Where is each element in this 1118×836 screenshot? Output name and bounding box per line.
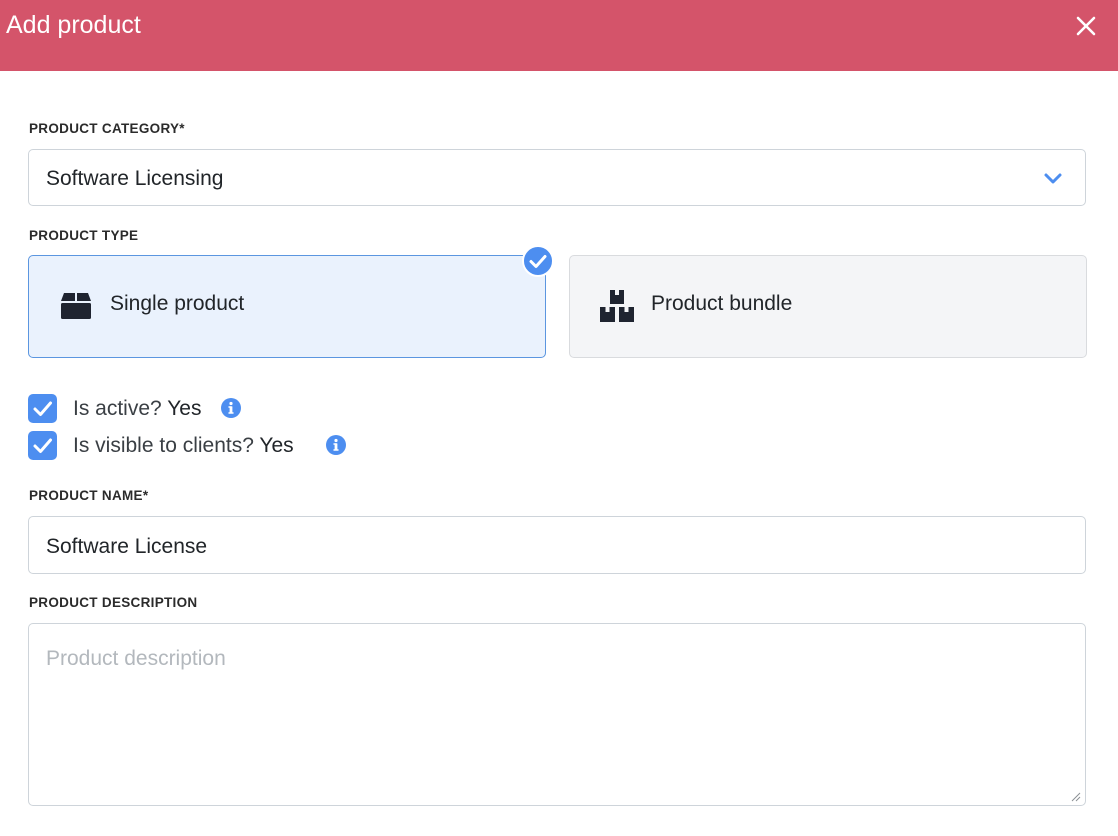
product-type-single-label: Single product — [110, 292, 245, 315]
is-visible-text: Is visible to clients? — [73, 434, 254, 457]
is-visible-checkbox[interactable] — [28, 431, 57, 460]
product-type-label: PRODUCT TYPE — [29, 228, 139, 243]
selected-check-icon — [522, 245, 554, 277]
check-icon — [33, 438, 52, 453]
is-active-label: Is active? Yes — [73, 397, 201, 421]
product-category-select[interactable]: Software Licensing — [28, 149, 1086, 206]
product-type-single[interactable]: Single product — [28, 255, 546, 358]
product-category-value: Software Licensing — [46, 167, 224, 190]
close-button[interactable] — [1072, 12, 1100, 40]
product-category-label: PRODUCT CATEGORY* — [29, 121, 185, 136]
product-name-label: PRODUCT NAME* — [29, 488, 149, 503]
info-icon[interactable] — [326, 435, 346, 455]
product-description-placeholder: Product description — [46, 647, 226, 670]
check-icon — [33, 401, 52, 416]
dialog-title: Add product — [6, 11, 141, 39]
product-description-label: PRODUCT DESCRIPTION — [29, 595, 198, 610]
resize-grip-icon[interactable] — [1071, 792, 1081, 802]
product-type-bundle-label: Product bundle — [651, 292, 793, 315]
product-description-textarea[interactable]: Product description — [28, 623, 1086, 806]
dialog-header: Add product — [0, 0, 1118, 71]
chevron-down-icon — [1044, 173, 1062, 184]
product-name-value: Software License — [46, 535, 208, 558]
close-icon — [1076, 16, 1096, 36]
is-visible-value: Yes — [259, 434, 294, 457]
is-active-checkbox[interactable] — [28, 394, 57, 423]
is-active-value: Yes — [167, 397, 202, 420]
is-visible-label: Is visible to clients? Yes — [73, 434, 294, 458]
boxes-icon — [600, 290, 634, 322]
is-active-text: Is active? — [73, 397, 162, 420]
info-icon[interactable] — [221, 398, 241, 418]
product-type-bundle[interactable]: Product bundle — [569, 255, 1087, 358]
box-icon — [61, 293, 91, 319]
product-name-input[interactable]: Software License — [28, 516, 1086, 574]
